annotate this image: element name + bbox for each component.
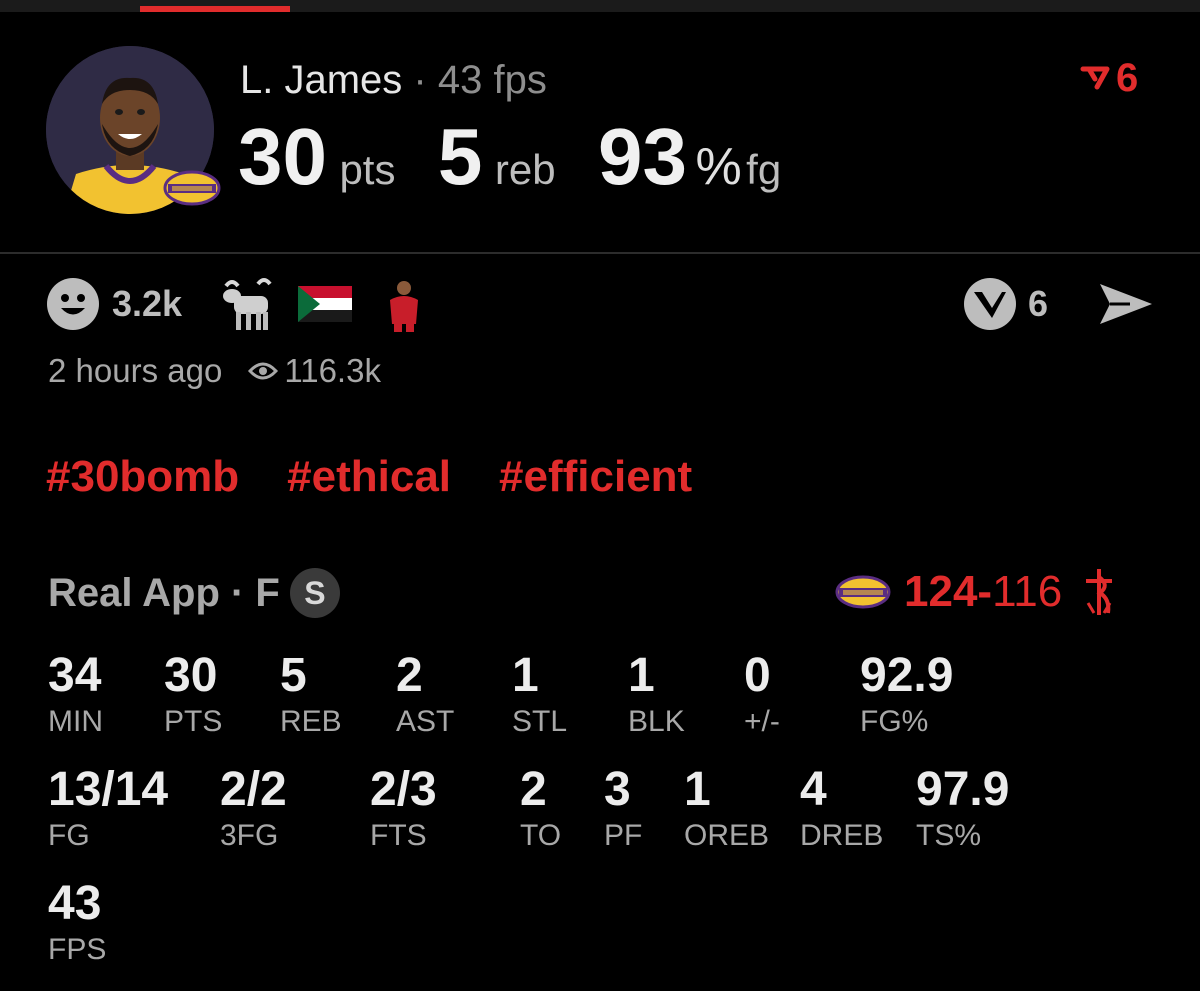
stat-value: 43: [48, 877, 102, 930]
player-fps: 43 fps: [437, 58, 547, 102]
stat-label: REB: [280, 705, 342, 738]
stat-cell: 5 REB: [280, 648, 342, 740]
stat-cell: 1 OREB: [684, 762, 769, 854]
stat-value: 34: [48, 649, 102, 702]
stat-label: MIN: [48, 705, 103, 738]
player-name[interactable]: L. James: [240, 58, 402, 102]
stat-value: 1: [684, 763, 711, 816]
stat-label: 3FG: [220, 819, 279, 852]
stat-value: 0: [744, 649, 771, 702]
stat-value: 30: [164, 649, 218, 702]
goat-icon[interactable]: [218, 276, 276, 332]
rebounds-value: 5: [437, 112, 483, 201]
eye-icon: [248, 362, 279, 380]
name-separator: ·: [413, 58, 427, 102]
stat-value: 92.9: [860, 649, 954, 702]
stat-value: 97.9: [916, 763, 1010, 816]
player-name-line: L. James · 43 fps: [240, 54, 547, 106]
stat-label: PTS: [164, 705, 223, 738]
right-actions: 6: [962, 276, 1154, 332]
stat-cell: 4 DREB: [800, 762, 883, 854]
reactions-row: 3.2k: [46, 276, 424, 332]
stat-label: FG: [48, 819, 90, 852]
stat-cell: 2 TO: [520, 762, 561, 854]
game-score[interactable]: 124 - 116: [834, 562, 1120, 622]
rebounds-unit: reb: [494, 146, 556, 193]
view-count: 116.3k: [284, 352, 381, 389]
v-reaction-icon[interactable]: [962, 276, 1018, 332]
smiley-icon[interactable]: [46, 277, 100, 331]
game-source: Real App · F: [48, 570, 280, 615]
score-dash: -: [977, 567, 993, 616]
send-icon[interactable]: [1098, 278, 1154, 330]
points-unit: pts: [339, 146, 396, 193]
v-reaction-count: 6: [1028, 283, 1049, 324]
stat-label: TO: [520, 819, 562, 852]
stat-label: PF: [604, 819, 643, 852]
stat-value: 2: [520, 763, 547, 816]
stat-value: 5: [280, 649, 307, 702]
smiley-count: 3.2k: [112, 283, 183, 324]
stat-label: +/-: [744, 705, 780, 738]
player-sticker-icon[interactable]: [384, 276, 424, 332]
time-ago: 2 hours ago: [48, 352, 223, 389]
stat-cell: 2 AST: [396, 648, 454, 740]
stat-label: BLK: [628, 705, 685, 738]
stat-cell: 97.9 TS%: [916, 762, 1009, 854]
top-reaction-button[interactable]: 6: [1080, 55, 1139, 100]
stat-cell: 43 FPS: [48, 876, 106, 968]
stat-cell: 34 MIN: [48, 648, 103, 740]
stat-label: AST: [396, 705, 455, 738]
active-tab-indicator: [140, 6, 290, 12]
stat-label: DREB: [800, 819, 884, 852]
game-source-line: Real App · F S: [48, 568, 340, 618]
divider: [0, 252, 1200, 254]
hashtag[interactable]: #efficient: [499, 450, 692, 504]
rockets-logo-icon: [1086, 569, 1113, 615]
stat-cell: 3 PF: [604, 762, 642, 854]
stat-cell: 30 PTS: [164, 648, 222, 740]
stat-value: 1: [628, 649, 655, 702]
stat-value: 2: [396, 649, 423, 702]
stat-cell: 2/3 FTS: [370, 762, 437, 854]
post-meta: 2 hours ago 116.3k: [48, 350, 381, 392]
stat-label: FPS: [48, 933, 107, 966]
hashtag[interactable]: #ethical: [287, 450, 451, 504]
team-score: 124: [904, 567, 978, 616]
stat-cell: 1 STL: [512, 648, 567, 740]
s-badge: S: [289, 568, 340, 618]
fg-value: 93: [598, 112, 688, 201]
points-value: 30: [238, 112, 327, 201]
stat-cell: 0 +/-: [744, 648, 780, 740]
stat-label: STL: [512, 705, 568, 738]
sudan-flag-icon[interactable]: [298, 286, 353, 322]
stat-cell: 1 BLK: [628, 648, 685, 740]
hashtag[interactable]: #30bomb: [46, 450, 239, 504]
stat-label: FTS: [370, 819, 427, 852]
hashtag-list: #30bomb #ethical #efficient: [46, 450, 692, 504]
stat-value: 2/3: [370, 763, 437, 816]
fg-percent-sign: %: [695, 138, 742, 196]
headline-stats: 30 pts 5 reb 93 % fg: [238, 112, 781, 202]
stat-label: OREB: [684, 819, 770, 852]
stat-cell: 92.9 FG%: [860, 648, 953, 740]
stat-value: 2/2: [220, 763, 287, 816]
lakers-logo-icon: [835, 575, 891, 609]
stat-value: 3: [604, 763, 631, 816]
stat-cell: 13/14 FG: [48, 762, 168, 854]
stat-label: FG%: [860, 705, 929, 738]
top-reaction-count: 6: [1116, 55, 1139, 100]
stat-label: TS%: [916, 819, 982, 852]
lakers-badge-icon: [162, 168, 222, 208]
red-v-icon: [1080, 66, 1110, 90]
stat-value: 1: [512, 649, 539, 702]
stat-value: 13/14: [48, 763, 169, 816]
stat-cell: 2/2 3FG: [220, 762, 287, 854]
stat-value: 4: [800, 763, 827, 816]
opponent-score: 116: [992, 567, 1063, 616]
fg-unit: fg: [746, 146, 782, 193]
